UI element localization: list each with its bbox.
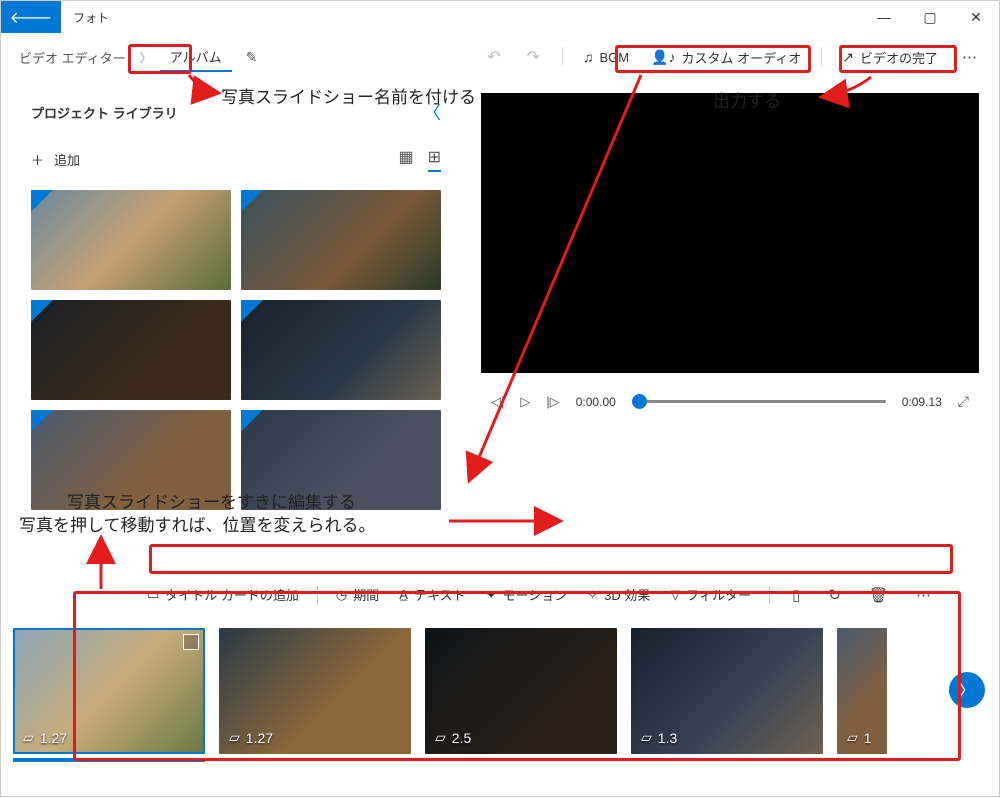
time-total: 0:09.13 [902,395,942,409]
duration-button[interactable]: ◷ 期間 [330,583,385,606]
clip-checkbox[interactable] [183,634,199,650]
used-marker-icon [241,410,263,432]
prev-frame-button[interactable]: ◁| [491,394,504,410]
used-marker-icon [31,410,53,432]
crop-button[interactable]: ▯ [782,584,810,606]
next-frame-button[interactable]: |▷ [546,394,559,410]
text-label: テキスト [414,585,466,604]
timeline-slider[interactable] [632,400,886,403]
picture-icon: ▱ [23,729,34,746]
filter-button[interactable]: ▽ フィルター [664,583,757,606]
add-media-label: 追加 [54,150,80,169]
separator [317,586,318,604]
duration-label: 期間 [353,585,379,604]
export-icon: ↗ [842,49,854,66]
clip-duration: 1.27 [40,730,67,746]
play-button[interactable]: ▷ [520,394,530,410]
music-icon: ♫ [583,49,594,65]
filter-label: フィルター [686,585,751,604]
clock-icon: ◷ [336,587,347,603]
clip-duration: 1 [864,730,872,746]
breadcrumb-album[interactable]: アルバム [160,43,232,72]
finish-video-button[interactable]: ↗ ビデオの完了 [834,44,946,71]
add-title-card-button[interactable]: ▭ タイトル カードの追加 [141,583,305,606]
storyboard-clip[interactable]: ▱ 1.3 [631,628,823,754]
clip-duration: 1.27 [246,730,273,746]
minimize-button[interactable]: — [861,1,907,33]
storyboard-clip[interactable]: ▱ 2.5 [425,628,617,754]
app-title: フォト [73,9,109,26]
rotate-button[interactable]: ↻ [818,584,851,606]
storyboard-clip[interactable]: ▱1 [837,628,887,754]
fullscreen-button[interactable]: ⤢ [958,393,969,410]
person-audio-icon: 👤♪ [651,49,675,66]
clip-more-button[interactable]: ⋯ [906,584,941,606]
picture-icon: ▱ [847,729,858,746]
more-button[interactable]: ⋯ [952,46,987,68]
rename-button[interactable]: ✎ [238,49,266,66]
used-marker-icon [31,300,53,322]
grid-large-icon[interactable]: ▦ [398,147,413,172]
separator [769,586,770,604]
motion-icon: ✦ [486,587,497,603]
undo-button[interactable]: ↶ [477,47,510,67]
used-marker-icon [241,190,263,212]
time-current: 0:00.00 [576,395,616,409]
close-button[interactable]: ✕ [953,1,999,33]
custom-audio-label: カスタム オーディオ [682,48,802,67]
bgm-button[interactable]: ♫ BGM [575,45,637,69]
add-media-button[interactable]: ＋ 追加 [31,150,80,169]
delete-button[interactable]: 🗑 [859,584,898,606]
storyboard[interactable]: ▱1.27 ▱1.27 ▱2.5 ▱1.3 ▱1 〉 [1,610,999,766]
grid-small-icon[interactable]: ⊞ [428,147,441,172]
library-thumb[interactable] [241,300,441,400]
effects-3d-label: 3D 効果 [604,585,650,604]
back-button[interactable]: 🡐 [1,1,61,33]
library-thumbnails [31,190,441,510]
title-card-icon: ▭ [147,587,159,603]
picture-icon: ▱ [435,729,446,746]
chevron-right-icon: 〉 [138,49,154,66]
clip-duration: 1.3 [658,730,677,746]
text-icon: A̲ [399,587,408,602]
add-title-card-label: タイトル カードの追加 [165,585,299,604]
library-thumb[interactable] [241,410,441,510]
motion-button[interactable]: ✦ モーション [480,583,574,606]
scroll-right-button[interactable]: 〉 [949,672,985,708]
used-marker-icon [241,300,263,322]
picture-icon: ▱ [641,729,652,746]
library-thumb[interactable] [241,190,441,290]
breadcrumb-video-editor[interactable]: ビデオ エディター [13,44,132,71]
redo-button[interactable]: ↷ [517,47,550,67]
finish-video-label: ビデオの完了 [860,48,938,67]
slider-knob[interactable] [632,394,647,409]
storyboard-clip[interactable]: ▱ 1.27 [13,628,205,754]
collapse-library-button[interactable]: 〈 [423,99,441,125]
text-button[interactable]: A̲ テキスト [393,583,471,606]
maximize-button[interactable]: ▢ [907,1,953,33]
clip-duration: 2.5 [452,730,471,746]
effects-3d-button[interactable]: ✧ 3D 効果 [581,583,656,606]
library-thumb[interactable] [31,300,231,400]
library-thumb[interactable] [31,190,231,290]
used-marker-icon [31,190,53,212]
plus-icon: ＋ [31,150,44,169]
picture-icon: ▱ [229,729,240,746]
separator [821,47,822,67]
sparkle-icon: ✧ [587,587,598,603]
storyboard-clip[interactable]: ▱ 1.27 [219,628,411,754]
video-preview[interactable] [481,93,979,373]
filter-icon: ▽ [670,587,680,603]
separator [562,47,563,67]
bgm-label: BGM [599,50,629,65]
library-thumb[interactable] [31,410,231,510]
motion-label: モーション [502,585,567,604]
library-title: プロジェクト ライブラリ [31,103,178,122]
custom-audio-button[interactable]: 👤♪ カスタム オーディオ [643,44,809,71]
